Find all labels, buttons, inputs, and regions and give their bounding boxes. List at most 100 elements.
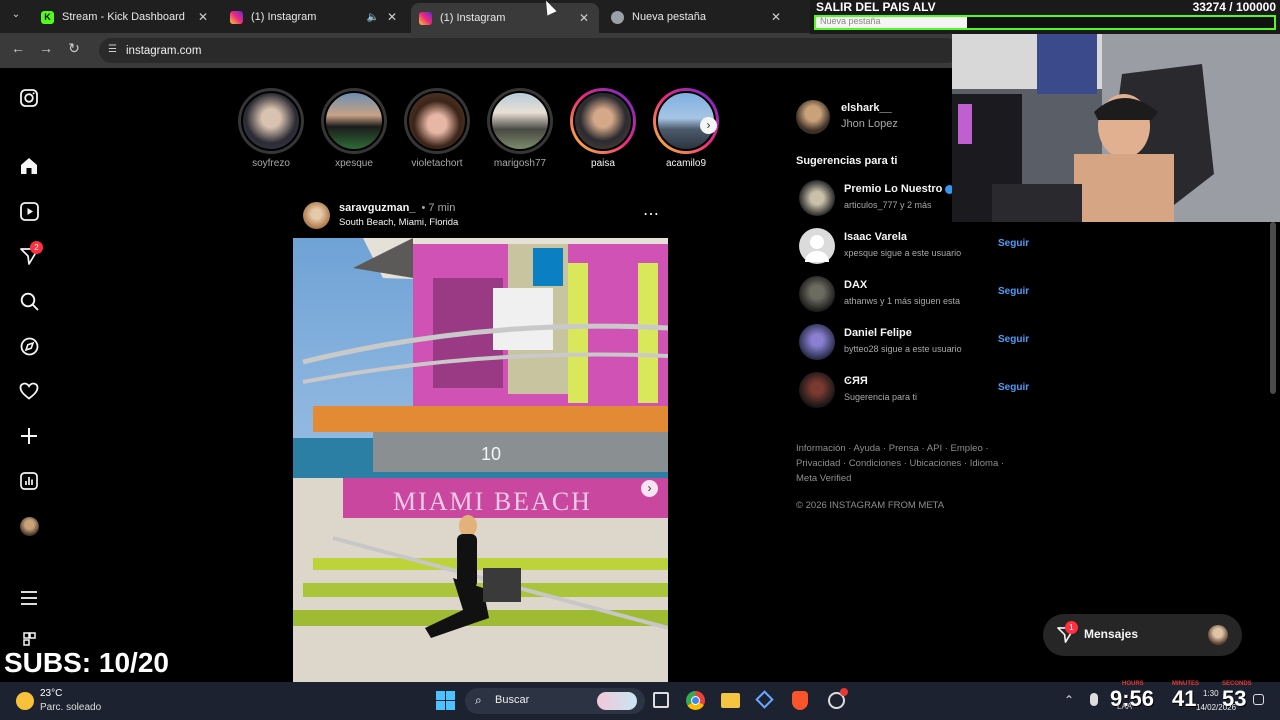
post-location[interactable]: South Beach, Miami, Florida [339, 217, 458, 228]
tray-chevron-icon[interactable]: ⌃ [1064, 693, 1074, 707]
sign-text: MIAMI BEACH [393, 487, 592, 516]
home-icon[interactable] [18, 155, 40, 177]
webcam-illustration [952, 34, 1280, 222]
messages-button[interactable]: 1 Mensajes [1043, 614, 1242, 656]
taskbar-search[interactable]: ⌕ Buscar [465, 688, 645, 714]
more-options-icon[interactable]: ⋯ [643, 204, 660, 224]
weather-desc: Parc. soleado [40, 702, 102, 713]
follow-button[interactable]: Seguir [998, 238, 1029, 249]
suggestion-name[interactable]: Isaac Varela [844, 231, 907, 243]
story-avatar [490, 91, 550, 151]
site-info-icon[interactable]: ☰ [108, 44, 117, 55]
messages-label: Mensajes [1084, 627, 1139, 641]
suggestion-name[interactable]: Daniel Felipe [844, 327, 912, 339]
forward-icon[interactable]: → [36, 40, 56, 56]
story-item[interactable]: xpesque [321, 88, 387, 170]
tab-instagram-2[interactable]: (1) Instagram ✕ [411, 3, 599, 33]
suggestion-subtitle: xpesque sigue a este usuario [844, 248, 962, 258]
post-next-button[interactable]: › [641, 480, 658, 497]
chrome-icon [611, 10, 624, 24]
search-icon[interactable] [18, 290, 40, 312]
webcam-feed [952, 34, 1280, 222]
suggestion-name[interactable]: ϾЯЯ [844, 375, 868, 387]
instagram-favicon-icon [419, 11, 432, 25]
close-icon[interactable]: ✕ [198, 10, 208, 24]
post-username[interactable]: saravguzman_ [339, 202, 415, 214]
story-ring [238, 88, 304, 154]
search-icon: ⌕ [475, 693, 482, 707]
page-scrollbar[interactable] [1270, 222, 1276, 394]
follow-button[interactable]: Seguir [998, 334, 1029, 345]
tab-new-tab[interactable]: Nueva pestaña ✕ [603, 5, 791, 29]
suggestion-avatar[interactable] [799, 228, 835, 264]
suggestion-name[interactable]: Premio Lo Nuestro [844, 183, 955, 195]
footer-links[interactable]: Información · Ayuda · Prensa · API · Emp… [796, 441, 1026, 486]
suggestion-avatar[interactable] [799, 324, 835, 360]
follow-button[interactable]: Seguir [998, 382, 1029, 393]
suggestion-name[interactable]: DAX [844, 279, 867, 291]
stories-next-button[interactable]: › [700, 117, 717, 134]
goal-progress-track: Nueva pestaña [814, 15, 1276, 30]
dashboard-icon[interactable] [18, 470, 40, 492]
app-circle-icon[interactable] [828, 688, 848, 709]
suggestion-avatar[interactable] [799, 372, 835, 408]
post-time: • 7 min [421, 202, 456, 214]
post-photo-illustration: 10 MIAMI BEACH [293, 238, 668, 682]
current-user-avatar[interactable] [796, 100, 830, 134]
close-icon[interactable]: ✕ [579, 11, 589, 25]
suggestion-avatar[interactable] [799, 180, 835, 216]
story-item[interactable]: paisa [570, 88, 636, 170]
brave-icon[interactable] [792, 691, 808, 710]
weather-widget[interactable]: 23°C Parc. soleado [14, 688, 124, 716]
reload-icon[interactable]: ↻ [64, 40, 84, 57]
tab-kick-dashboard[interactable]: K Stream - Kick Dashboard ✕ [33, 5, 218, 29]
tab-instagram-1[interactable]: (1) Instagram 🔈 ✕ [222, 5, 407, 29]
microphone-icon[interactable] [1090, 693, 1098, 706]
follow-button[interactable]: Seguir [998, 286, 1029, 297]
story-item[interactable]: soyfrezo [238, 88, 304, 170]
goal-subtitle: Nueva pestaña [820, 16, 881, 26]
chrome-taskbar-icon[interactable] [686, 691, 705, 710]
story-item[interactable]: marigosh77 [487, 88, 553, 170]
apps-icon[interactable] [18, 632, 40, 646]
copyright: © 2026 INSTAGRAM FROM META [796, 500, 945, 511]
heart-icon[interactable] [18, 380, 40, 402]
close-icon[interactable]: ✕ [387, 10, 397, 24]
story-item[interactable]: violetachort [404, 88, 470, 170]
story-avatar [324, 91, 384, 151]
create-icon[interactable] [18, 425, 40, 447]
suggestion-avatar[interactable] [799, 276, 835, 312]
speaker-icon[interactable]: 🔈 [367, 12, 379, 23]
address-bar[interactable]: ☰ instagram.com [99, 38, 959, 63]
explore-icon[interactable] [18, 335, 40, 357]
taskbar-search-label: Buscar [495, 694, 530, 706]
suggestion-item: Daniel Felipe bytteo28 sigue a este usua… [799, 324, 1039, 364]
back-icon[interactable]: ← [8, 40, 28, 56]
goal-count: 33274 / 100000 [1192, 0, 1276, 14]
reels-icon[interactable] [18, 200, 40, 222]
story-username: violetachort [411, 158, 463, 169]
timer-minutes: 41 [1172, 686, 1197, 711]
current-user-fullname: Jhon Lopez [841, 118, 898, 130]
instagram-icon[interactable] [18, 87, 40, 109]
close-icon[interactable]: ✕ [771, 10, 781, 24]
tab-title: (1) Instagram [440, 12, 506, 24]
file-explorer-icon[interactable] [721, 693, 740, 708]
task-view-icon[interactable] [653, 692, 669, 708]
tab-title: (1) Instagram [251, 11, 317, 23]
post-author-avatar[interactable] [303, 202, 330, 229]
messages-icon[interactable]: 2 [18, 241, 43, 267]
url-text: instagram.com [126, 44, 202, 57]
lang-indicator[interactable]: LAA [1117, 702, 1132, 711]
post-image[interactable]: 10 MIAMI BEACH › [293, 238, 668, 682]
start-windows-icon[interactable] [436, 691, 455, 710]
instagram-favicon-icon [230, 10, 243, 24]
tab-title: Nueva pestaña [632, 11, 706, 23]
clock-time[interactable]: 1:30 [1203, 689, 1219, 698]
story-avatar [573, 91, 633, 151]
notifications-icon[interactable] [1253, 694, 1264, 705]
tab-search-icon[interactable]: ⌄ [9, 9, 23, 23]
menu-icon[interactable] [18, 587, 40, 609]
profile-avatar[interactable] [18, 515, 40, 537]
clock-date[interactable]: 14/02/2026 [1196, 703, 1236, 712]
